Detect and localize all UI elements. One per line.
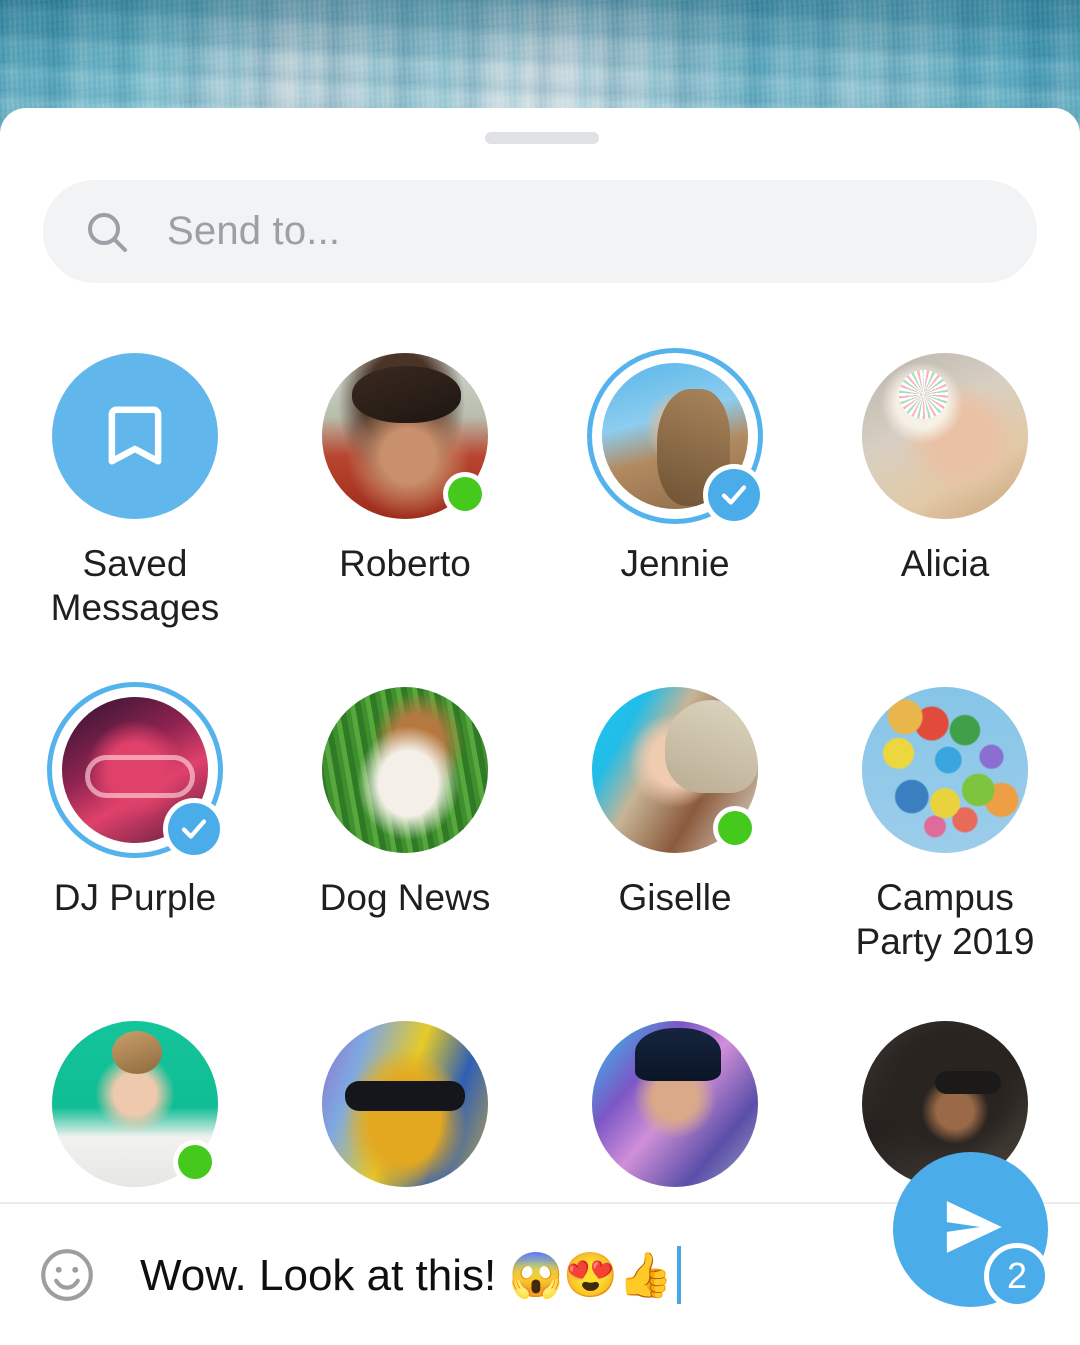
- recipient-grid: Saved Messages Roberto: [0, 348, 1080, 1254]
- avatar: [857, 682, 1033, 858]
- avatar-image: [322, 687, 488, 853]
- avatar-image: [862, 353, 1028, 519]
- recipient-alicia[interactable]: Alicia: [810, 348, 1080, 630]
- recipient-name: Saved Messages: [51, 542, 220, 630]
- selected-check-icon: [163, 798, 225, 860]
- search-placeholder: Send to...: [167, 209, 340, 254]
- recipient-saved-messages[interactable]: Saved Messages: [0, 348, 270, 630]
- avatar: [47, 348, 223, 524]
- send-button[interactable]: 2: [893, 1152, 1048, 1307]
- avatar-photo: [322, 687, 488, 853]
- search-icon: [83, 208, 131, 256]
- recipient-roberto[interactable]: Roberto: [270, 348, 540, 630]
- avatar: [47, 1016, 223, 1192]
- online-status-dot: [713, 806, 757, 850]
- search-input[interactable]: Send to...: [43, 180, 1037, 283]
- text-caret: [677, 1246, 681, 1304]
- sheet-drag-handle[interactable]: [485, 132, 599, 144]
- online-status-dot: [173, 1140, 217, 1184]
- avatar: [317, 348, 493, 524]
- recipient-giselle[interactable]: Giselle: [540, 682, 810, 964]
- recipient-dog-news[interactable]: Dog News: [270, 682, 540, 964]
- avatar: [47, 682, 223, 858]
- share-sheet-screen: Send to... Saved Messages: [0, 0, 1080, 1345]
- recipient-name: Dog News: [320, 876, 491, 920]
- caption-text[interactable]: Wow. Look at this! 😱😍👍: [140, 1246, 681, 1304]
- recipient-name: DJ Purple: [54, 876, 216, 920]
- avatar-image: [862, 687, 1028, 853]
- recipient-jennie[interactable]: Jennie: [540, 348, 810, 630]
- avatar-photo: [322, 1021, 488, 1187]
- avatar: [587, 348, 763, 524]
- avatar: [317, 1016, 493, 1192]
- avatar-photo: [862, 687, 1028, 853]
- smiley-icon[interactable]: [36, 1244, 98, 1306]
- recipient-name: Jennie: [620, 542, 729, 586]
- avatar-photo: [862, 353, 1028, 519]
- selected-check-icon: [703, 464, 765, 526]
- recipient-name: Roberto: [339, 542, 471, 586]
- avatar-image: [322, 1021, 488, 1187]
- recipient-name: Giselle: [618, 876, 731, 920]
- caption-value: Wow. Look at this! 😱😍👍: [140, 1249, 673, 1301]
- avatar: [587, 682, 763, 858]
- online-status-dot: [443, 472, 487, 516]
- avatar: [317, 682, 493, 858]
- avatar: [857, 348, 1033, 524]
- avatar-image: [52, 353, 218, 519]
- avatar-photo: [592, 1021, 758, 1187]
- bookmark-icon: [52, 353, 218, 519]
- avatar: [587, 1016, 763, 1192]
- recipient-dj-purple[interactable]: DJ Purple: [0, 682, 270, 964]
- recipient-name: Campus Party 2019: [856, 876, 1035, 964]
- recipient-campus-party-2019[interactable]: Campus Party 2019: [810, 682, 1080, 964]
- recipient-name: Alicia: [901, 542, 989, 586]
- avatar-image: [592, 1021, 758, 1187]
- selected-count-badge: 2: [984, 1243, 1050, 1309]
